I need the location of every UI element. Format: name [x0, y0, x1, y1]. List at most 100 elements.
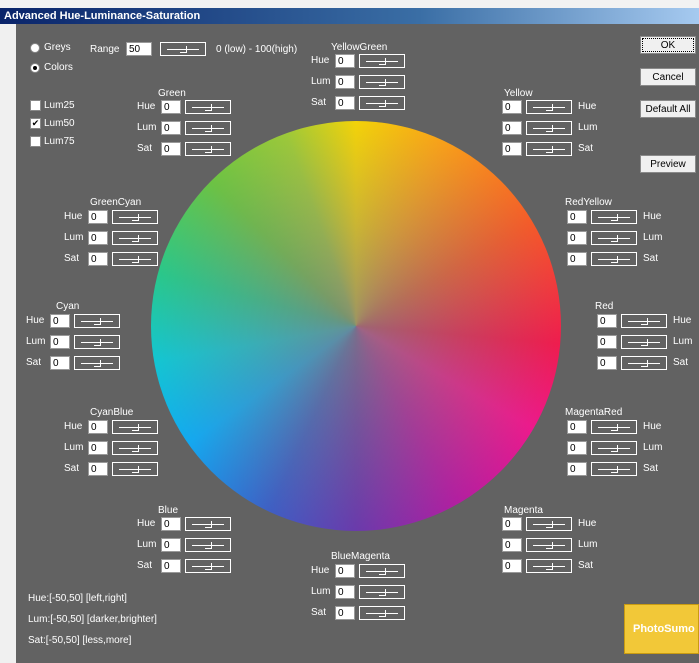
ok-button[interactable]: OK — [640, 36, 696, 54]
magenta-lum-slider[interactable] — [526, 538, 572, 552]
bluemagenta-sat-slider[interactable] — [359, 606, 405, 620]
yellow-lum-slider[interactable] — [526, 121, 572, 135]
magenta-sat-input[interactable]: 0 — [502, 559, 522, 573]
redyellow-sat-input[interactable]: 0 — [567, 252, 587, 266]
yellow-hue-input[interactable]: 0 — [502, 100, 522, 114]
magentared-sat-slider[interactable] — [591, 462, 637, 476]
magenta-lum-input[interactable]: 0 — [502, 538, 522, 552]
magentared-sat-input[interactable]: 0 — [567, 462, 587, 476]
cyan-lum-slider[interactable] — [74, 335, 120, 349]
bluemagenta-hue-input[interactable]: 0 — [335, 564, 355, 578]
redyellow-lum-slider[interactable] — [591, 231, 637, 245]
cyan-hue-slider[interactable] — [74, 314, 120, 328]
blue-lum-slider[interactable] — [185, 538, 231, 552]
yellowgreen-hue-input[interactable]: 0 — [335, 54, 355, 68]
green-sat-slider[interactable] — [185, 142, 231, 156]
red-lum-input[interactable]: 0 — [597, 335, 617, 349]
cyan-sat-slider[interactable] — [74, 356, 120, 370]
range-slider[interactable] — [160, 42, 206, 56]
red-hue-input[interactable]: 0 — [597, 314, 617, 328]
greencyan-sat-input[interactable]: 0 — [88, 252, 108, 266]
green-hue-input[interactable]: 0 — [161, 100, 181, 114]
yellowgreen-sat-input[interactable]: 0 — [335, 96, 355, 110]
lum75-checkbox[interactable]: Lum75 — [30, 136, 75, 147]
red-hue-slider[interactable] — [621, 314, 667, 328]
sat-label: Sat — [64, 253, 80, 264]
hue-label: Hue — [578, 101, 597, 112]
yellowgreen-hue-slider[interactable] — [359, 54, 405, 68]
greencyan-lum-input[interactable]: 0 — [88, 231, 108, 245]
green-sat-input[interactable]: 0 — [161, 142, 181, 156]
range-label: Range — [90, 44, 120, 55]
sat-label: Sat — [673, 357, 689, 368]
group-title-cyanblue: CyanBlue — [90, 407, 134, 418]
magentared-lum-input[interactable]: 0 — [567, 441, 587, 455]
cyanblue-lum-slider[interactable] — [112, 441, 158, 455]
default-all-button[interactable]: Default All — [640, 100, 696, 118]
cyan-lum-input[interactable]: 0 — [50, 335, 70, 349]
redyellow-lum-input[interactable]: 0 — [567, 231, 587, 245]
bluemagenta-hue-slider[interactable] — [359, 564, 405, 578]
bluemagenta-lum-slider[interactable] — [359, 585, 405, 599]
hue-label: Hue — [578, 518, 597, 529]
lum-label: Lum — [137, 122, 157, 133]
lum25-label: Lum25 — [44, 100, 75, 111]
green-lum-slider[interactable] — [185, 121, 231, 135]
greys-radio[interactable]: Greys — [30, 42, 71, 53]
magentared-hue-slider[interactable] — [591, 420, 637, 434]
group-title-magenta: Magenta — [504, 505, 543, 516]
cancel-button[interactable]: Cancel — [640, 68, 696, 86]
blue-hue-input[interactable]: 0 — [161, 517, 181, 531]
legend-lum: Lum:[-50,50] [darker,brighter] — [28, 614, 157, 625]
yellowgreen-sat-slider[interactable] — [359, 96, 405, 110]
magenta-hue-input[interactable]: 0 — [502, 517, 522, 531]
magentared-lum-slider[interactable] — [591, 441, 637, 455]
blue-sat-slider[interactable] — [185, 559, 231, 573]
lum50-checkbox[interactable]: ✔ Lum50 — [30, 118, 75, 129]
redyellow-hue-slider[interactable] — [591, 210, 637, 224]
green-hue-slider[interactable] — [185, 100, 231, 114]
greencyan-sat-slider[interactable] — [112, 252, 158, 266]
color-wheel — [151, 121, 561, 531]
bluemagenta-sat-input[interactable]: 0 — [335, 606, 355, 620]
greencyan-hue-input[interactable]: 0 — [88, 210, 108, 224]
cyanblue-sat-slider[interactable] — [112, 462, 158, 476]
green-lum-input[interactable]: 0 — [161, 121, 181, 135]
cyanblue-hue-slider[interactable] — [112, 420, 158, 434]
cyanblue-hue-input[interactable]: 0 — [88, 420, 108, 434]
lum50-label: Lum50 — [44, 118, 75, 129]
hls-dialog: Advanced Hue-Luminance-Saturation Greys … — [0, 0, 699, 663]
magentared-hue-input[interactable]: 0 — [567, 420, 587, 434]
sat-label: Sat — [64, 463, 80, 474]
blue-lum-input[interactable]: 0 — [161, 538, 181, 552]
greencyan-hue-slider[interactable] — [112, 210, 158, 224]
range-input[interactable]: 50 — [126, 42, 152, 56]
hue-label: Hue — [64, 211, 83, 222]
redyellow-sat-slider[interactable] — [591, 252, 637, 266]
yellow-lum-input[interactable]: 0 — [502, 121, 522, 135]
hue-label: Hue — [311, 565, 330, 576]
group-title-green: Green — [158, 88, 186, 99]
lum25-checkbox[interactable]: Lum25 — [30, 100, 75, 111]
blue-sat-input[interactable]: 0 — [161, 559, 181, 573]
cyanblue-sat-input[interactable]: 0 — [88, 462, 108, 476]
magenta-sat-slider[interactable] — [526, 559, 572, 573]
redyellow-hue-input[interactable]: 0 — [567, 210, 587, 224]
magenta-hue-slider[interactable] — [526, 517, 572, 531]
yellow-sat-input[interactable]: 0 — [502, 142, 522, 156]
red-sat-input[interactable]: 0 — [597, 356, 617, 370]
yellow-hue-slider[interactable] — [526, 100, 572, 114]
greencyan-lum-slider[interactable] — [112, 231, 158, 245]
cyanblue-lum-input[interactable]: 0 — [88, 441, 108, 455]
cyan-hue-input[interactable]: 0 — [50, 314, 70, 328]
red-lum-slider[interactable] — [621, 335, 667, 349]
cyan-sat-input[interactable]: 0 — [50, 356, 70, 370]
red-sat-slider[interactable] — [621, 356, 667, 370]
yellowgreen-lum-slider[interactable] — [359, 75, 405, 89]
preview-button[interactable]: Preview — [640, 155, 696, 173]
colors-radio[interactable]: Colors — [30, 62, 73, 73]
blue-hue-slider[interactable] — [185, 517, 231, 531]
yellow-sat-slider[interactable] — [526, 142, 572, 156]
yellowgreen-lum-input[interactable]: 0 — [335, 75, 355, 89]
bluemagenta-lum-input[interactable]: 0 — [335, 585, 355, 599]
